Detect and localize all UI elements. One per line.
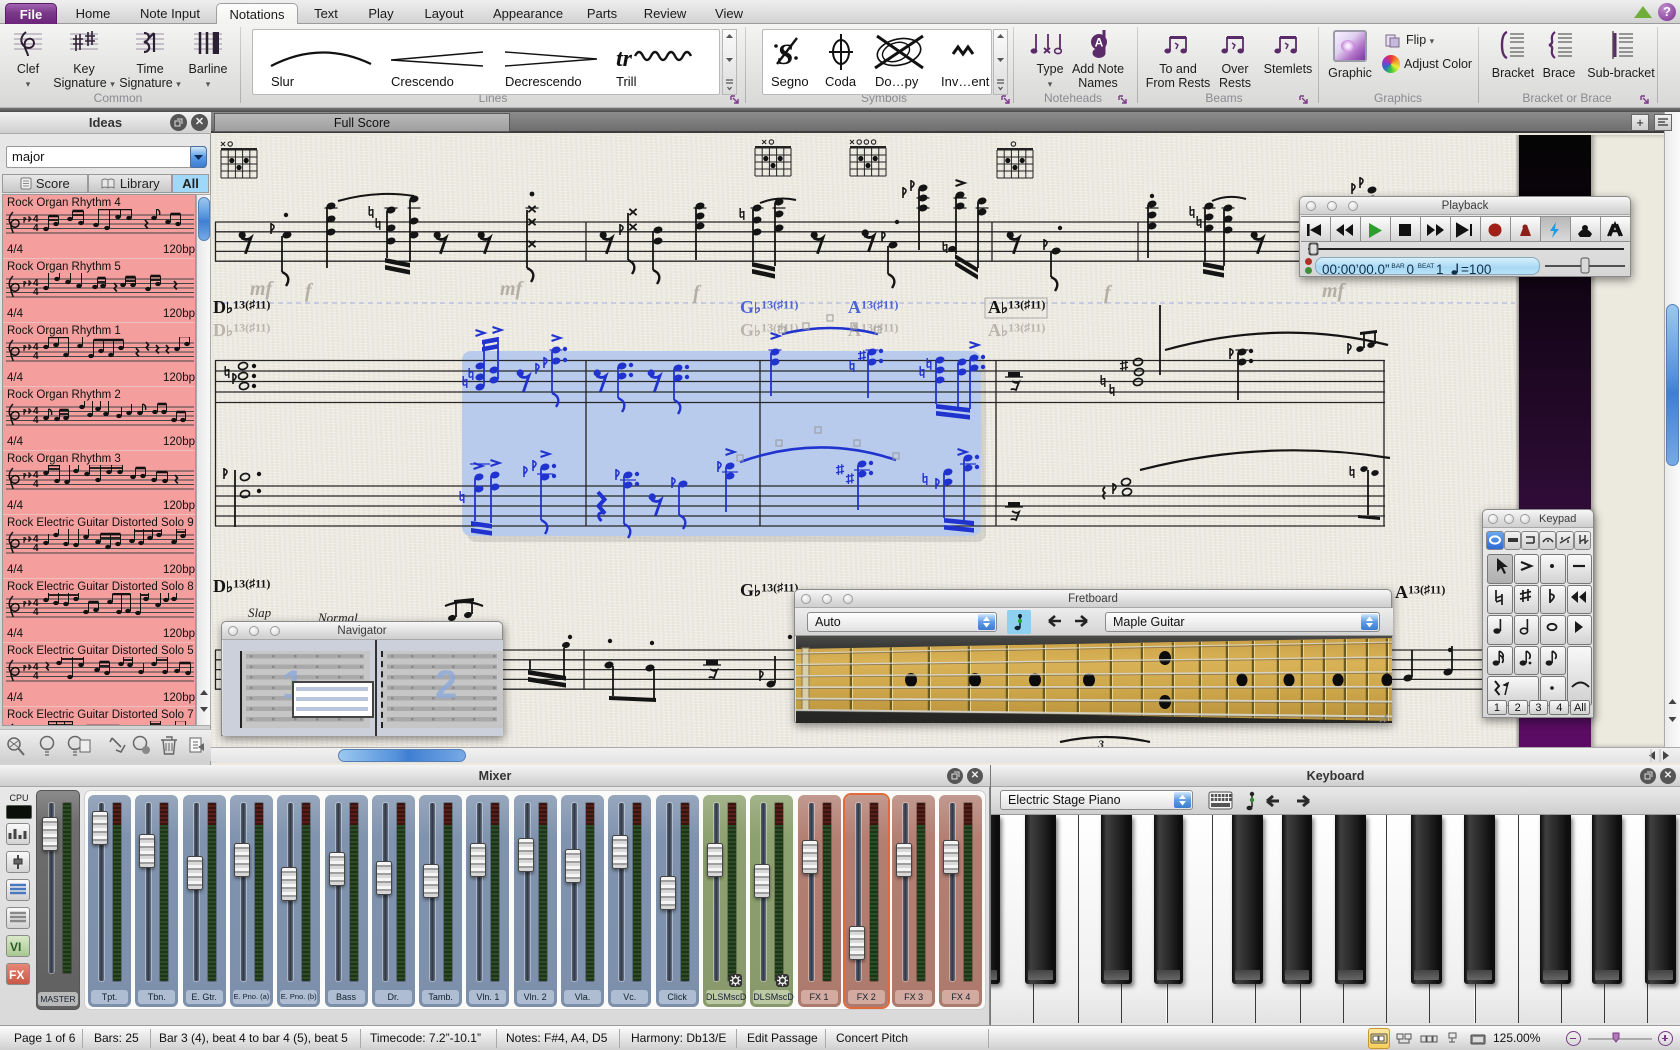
svg-text:A: A <box>1095 36 1104 50</box>
svg-text:mf: mf <box>250 278 275 300</box>
svg-text:4: 4 <box>33 415 39 426</box>
svg-text:A♭13(♯11): A♭13(♯11) <box>988 320 1045 340</box>
svg-text:G♭13(♯11): G♭13(♯11) <box>740 297 798 317</box>
svg-text:f: f <box>1104 282 1113 304</box>
svg-text:D♭13(♯11): D♭13(♯11) <box>213 320 270 340</box>
svg-text:G♭13(♯11): G♭13(♯11) <box>740 320 798 340</box>
svg-text:Trill: Trill <box>616 74 637 89</box>
svg-text:FX: FX <box>9 968 24 982</box>
svg-text:4: 4 <box>33 479 39 490</box>
svg-text:f: f <box>693 282 702 304</box>
svg-text:mf: mf <box>500 278 525 300</box>
svg-text:VI: VI <box>10 940 21 954</box>
svg-text:f: f <box>305 280 314 302</box>
svg-text:Crescendo: Crescendo <box>391 74 454 89</box>
svg-text:Slap: Slap <box>248 605 272 620</box>
svg-text:4: 4 <box>33 351 39 362</box>
svg-text:A♭13(♯11): A♭13(♯11) <box>988 297 1045 317</box>
svg-text:Decrescendo: Decrescendo <box>505 74 582 89</box>
svg-text:A13(♯11): A13(♯11) <box>1395 582 1445 602</box>
svg-text:3: 3 <box>1097 737 1104 747</box>
svg-text:Slur: Slur <box>271 74 295 89</box>
svg-text:4: 4 <box>33 607 39 618</box>
svg-text:A13(♯11): A13(♯11) <box>848 297 898 317</box>
svg-text:D♭13(♯11): D♭13(♯11) <box>213 576 270 596</box>
svg-text:4: 4 <box>33 671 39 682</box>
svg-text:Do…py: Do…py <box>875 74 919 89</box>
svg-text:4: 4 <box>33 287 39 298</box>
svg-text:Segno: Segno <box>771 74 809 89</box>
svg-text:mf: mf <box>1322 280 1347 302</box>
svg-text:tr: tr <box>616 46 633 72</box>
svg-text:Coda: Coda <box>825 74 857 89</box>
svg-text:G♭13(♯11): G♭13(♯11) <box>740 580 798 600</box>
svg-text:Inv…ent: Inv…ent <box>941 74 990 89</box>
svg-text:4: 4 <box>33 543 39 554</box>
svg-text:4: 4 <box>33 223 39 234</box>
svg-text:D♭13(♯11): D♭13(♯11) <box>213 297 270 317</box>
